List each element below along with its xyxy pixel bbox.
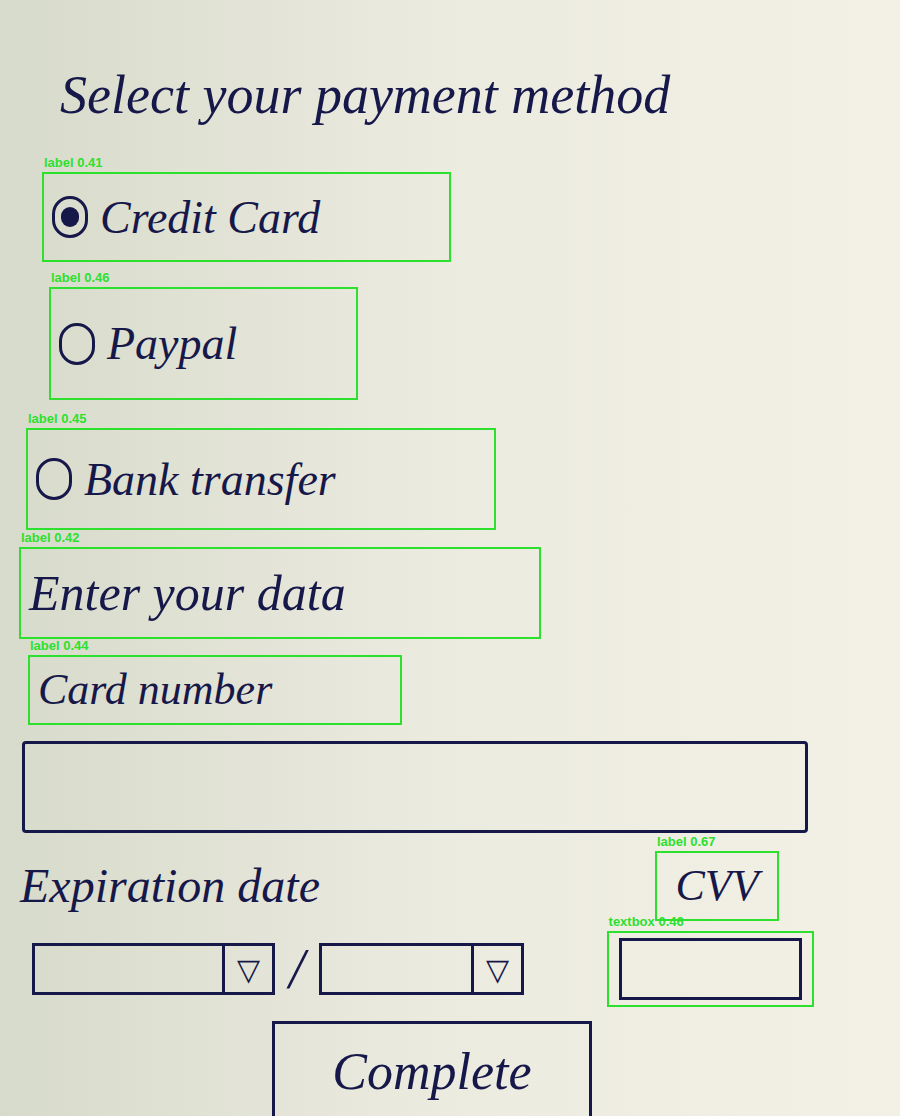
payment-option: label 0.46Paypal (49, 287, 358, 400)
detection-label: label 0.42 (21, 530, 80, 546)
detection-label: label 0.46 (51, 270, 110, 286)
radio-icon[interactable] (59, 323, 95, 365)
payment-option-label[interactable]: Credit Card (100, 183, 320, 252)
detection-label: label 0.45 (28, 411, 87, 427)
payment-option-label[interactable]: Paypal (107, 309, 237, 378)
dropdown-arrow-icon[interactable]: ▽ (471, 946, 521, 992)
cvv-text: CVV (675, 853, 758, 919)
card-number-input[interactable] (22, 741, 808, 833)
cvv-field-detection: textbox 0.46 (607, 931, 814, 1007)
payment-option-label[interactable]: Bank transfer (84, 445, 336, 514)
page-title: Select your payment method (0, 40, 900, 150)
radio-icon[interactable] (36, 458, 72, 500)
radio-dot-icon (61, 207, 79, 227)
payment-option: label 0.45Bank transfer (26, 428, 496, 530)
card-number-text: Card number (38, 657, 272, 723)
radio-icon[interactable] (52, 196, 88, 238)
dropdown-arrow-icon[interactable]: ▽ (222, 946, 272, 992)
section-title: label 0.42Enter your data (19, 547, 541, 639)
cvv-input[interactable] (619, 938, 802, 1000)
detection-label: label 0.41 (44, 155, 103, 171)
payment-option: label 0.41Credit Card (42, 172, 451, 262)
sketch-page: Select your payment methodlabel 0.41Cred… (0, 0, 900, 1116)
detection-label: label 0.67 (657, 834, 716, 850)
date-separator: / (289, 939, 305, 999)
date-dropdown[interactable]: ▽ (319, 943, 524, 995)
date-dropdown[interactable]: ▽ (32, 943, 275, 995)
expiration-label: Expiration date (20, 851, 320, 921)
card-number-label: label 0.44Card number (28, 655, 402, 725)
section-title-text: Enter your data (29, 556, 346, 631)
cvv-label: label 0.67CVV (655, 851, 779, 921)
detection-label: textbox 0.46 (609, 914, 684, 930)
detection-label: label 0.44 (30, 638, 89, 654)
complete-button[interactable]: Complete (272, 1021, 592, 1116)
